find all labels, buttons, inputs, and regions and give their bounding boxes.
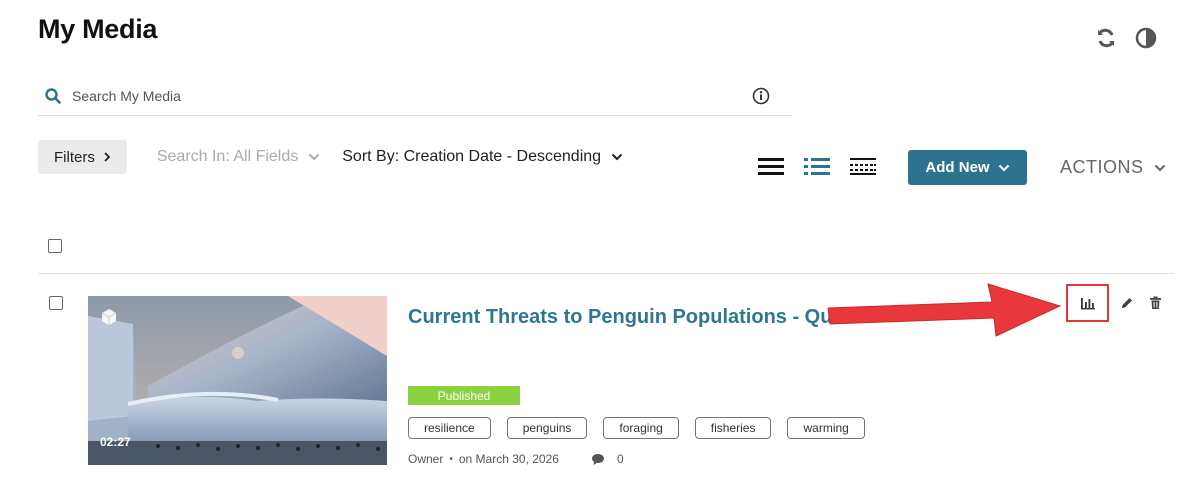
details-view-icon[interactable] xyxy=(757,154,785,178)
refresh-icon[interactable] xyxy=(1094,26,1118,50)
owner-label: Owner xyxy=(408,452,444,466)
tag-item[interactable]: fisheries xyxy=(694,417,772,439)
tag-item[interactable]: warming xyxy=(787,417,865,439)
annotation-arrow xyxy=(827,283,1062,337)
add-new-button[interactable]: Add New xyxy=(908,150,1027,185)
analytics-button[interactable] xyxy=(1066,284,1109,322)
delete-icon[interactable] xyxy=(1145,293,1165,313)
chevron-down-icon xyxy=(309,153,320,161)
page-title: My Media xyxy=(38,14,158,44)
top-icons xyxy=(1094,26,1158,50)
actions-dropdown[interactable]: ACTIONS xyxy=(1060,157,1166,178)
date-label: on March 30, 2026 xyxy=(458,452,559,466)
search-in-dropdown[interactable]: Search In: All Fields xyxy=(157,148,320,166)
toolbar: Filters Search In: All Fields Sort By: C… xyxy=(38,140,623,174)
filters-button[interactable]: Filters xyxy=(38,140,127,174)
info-icon[interactable] xyxy=(750,85,772,107)
filters-label: Filters xyxy=(54,148,95,166)
comment-count: 0 xyxy=(616,452,624,466)
entry-title-link[interactable]: Current Threats to Penguin Populations -… xyxy=(408,306,848,329)
entry-checkbox[interactable] xyxy=(49,296,63,310)
row-actions xyxy=(1066,284,1165,322)
sort-by-dropdown[interactable]: Sort By: Creation Date - Descending xyxy=(342,148,623,166)
comments: 0 xyxy=(591,452,624,466)
separator-dot: • xyxy=(449,453,453,465)
chevron-down-icon xyxy=(611,153,623,161)
tag-item[interactable]: foraging xyxy=(603,417,679,439)
quiz-icon xyxy=(100,308,118,326)
view-mode-switcher xyxy=(757,154,877,178)
search-input[interactable] xyxy=(72,87,750,104)
bar-chart-icon xyxy=(1080,298,1095,310)
status-badge: Published xyxy=(408,386,520,405)
duration-label: 02:27 xyxy=(100,435,131,449)
list-view-icon[interactable] xyxy=(803,154,831,178)
entry-thumbnail[interactable]: 02:27 xyxy=(88,296,387,465)
search-icon xyxy=(38,81,68,111)
comment-icon xyxy=(591,453,604,465)
chevron-down-icon xyxy=(1154,164,1165,171)
compact-view-icon[interactable] xyxy=(849,154,877,178)
tag-item[interactable]: penguins xyxy=(506,417,588,439)
contrast-icon[interactable] xyxy=(1134,26,1158,50)
chevron-down-icon xyxy=(998,164,1009,172)
chevron-right-icon xyxy=(104,152,111,162)
add-new-label: Add New xyxy=(925,159,990,176)
actions-label: ACTIONS xyxy=(1060,157,1144,177)
entry-meta: Owner • on March 30, 2026 0 xyxy=(408,452,624,466)
tag-item[interactable]: resilience xyxy=(408,417,491,439)
divider xyxy=(38,273,1174,274)
tag-list: resilience penguins foraging fisheries w… xyxy=(408,417,865,439)
select-all-checkbox[interactable] xyxy=(48,239,62,253)
edit-icon[interactable] xyxy=(1117,293,1137,313)
search-in-label: Search In: All Fields xyxy=(156,148,299,165)
search-bar xyxy=(38,76,792,116)
sort-by-label: Sort By: Creation Date - Descending xyxy=(342,148,602,165)
